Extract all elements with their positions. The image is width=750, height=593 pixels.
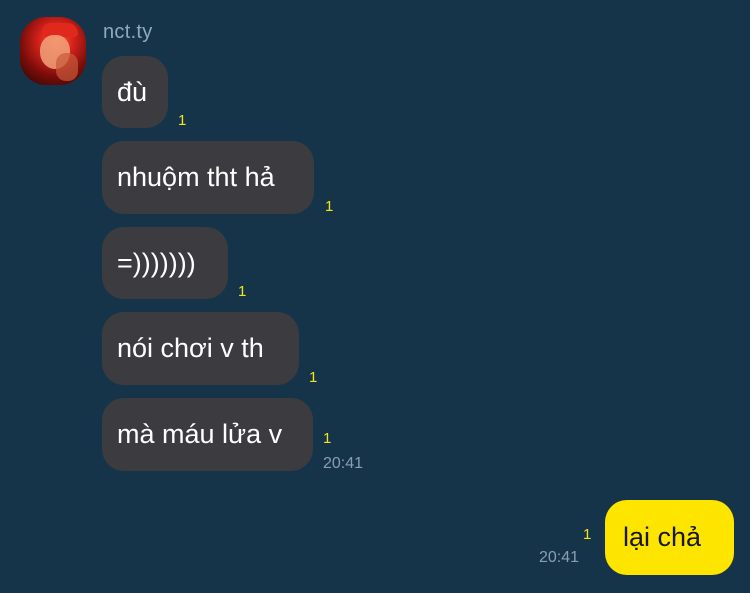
message-text: nói chơi v th [117, 333, 264, 363]
incoming-message-bubble[interactable]: mà máu lửa v [102, 398, 313, 471]
incoming-message-bubble[interactable]: =))))))) [102, 227, 228, 299]
message-timestamp: 20:41 [323, 455, 364, 472]
avatar-arm-shape [56, 53, 78, 81]
unread-count: 1 [323, 430, 332, 447]
message-text: đù [117, 76, 148, 107]
outgoing-message-bubble[interactable]: lại chả [605, 500, 734, 575]
message-text: =))))))) [117, 247, 196, 278]
unread-count: 1 [309, 369, 318, 386]
incoming-message-bubble[interactable]: nhuộm tht hả [102, 141, 314, 214]
sender-avatar[interactable] [20, 17, 86, 85]
message-text: lại chả [623, 522, 702, 552]
message-text: mà máu lửa v [117, 419, 283, 449]
message-text: nhuộm tht hả [117, 162, 275, 192]
unread-count: 1 [238, 283, 247, 300]
incoming-message-bubble[interactable]: đù [102, 56, 168, 128]
unread-count: 1 [325, 198, 334, 215]
sender-name: nct.ty [103, 21, 153, 43]
incoming-message-bubble[interactable]: nói chơi v th [102, 312, 299, 385]
unread-count: 1 [583, 526, 592, 543]
message-timestamp: 20:41 [539, 549, 580, 566]
unread-count: 1 [178, 112, 187, 129]
